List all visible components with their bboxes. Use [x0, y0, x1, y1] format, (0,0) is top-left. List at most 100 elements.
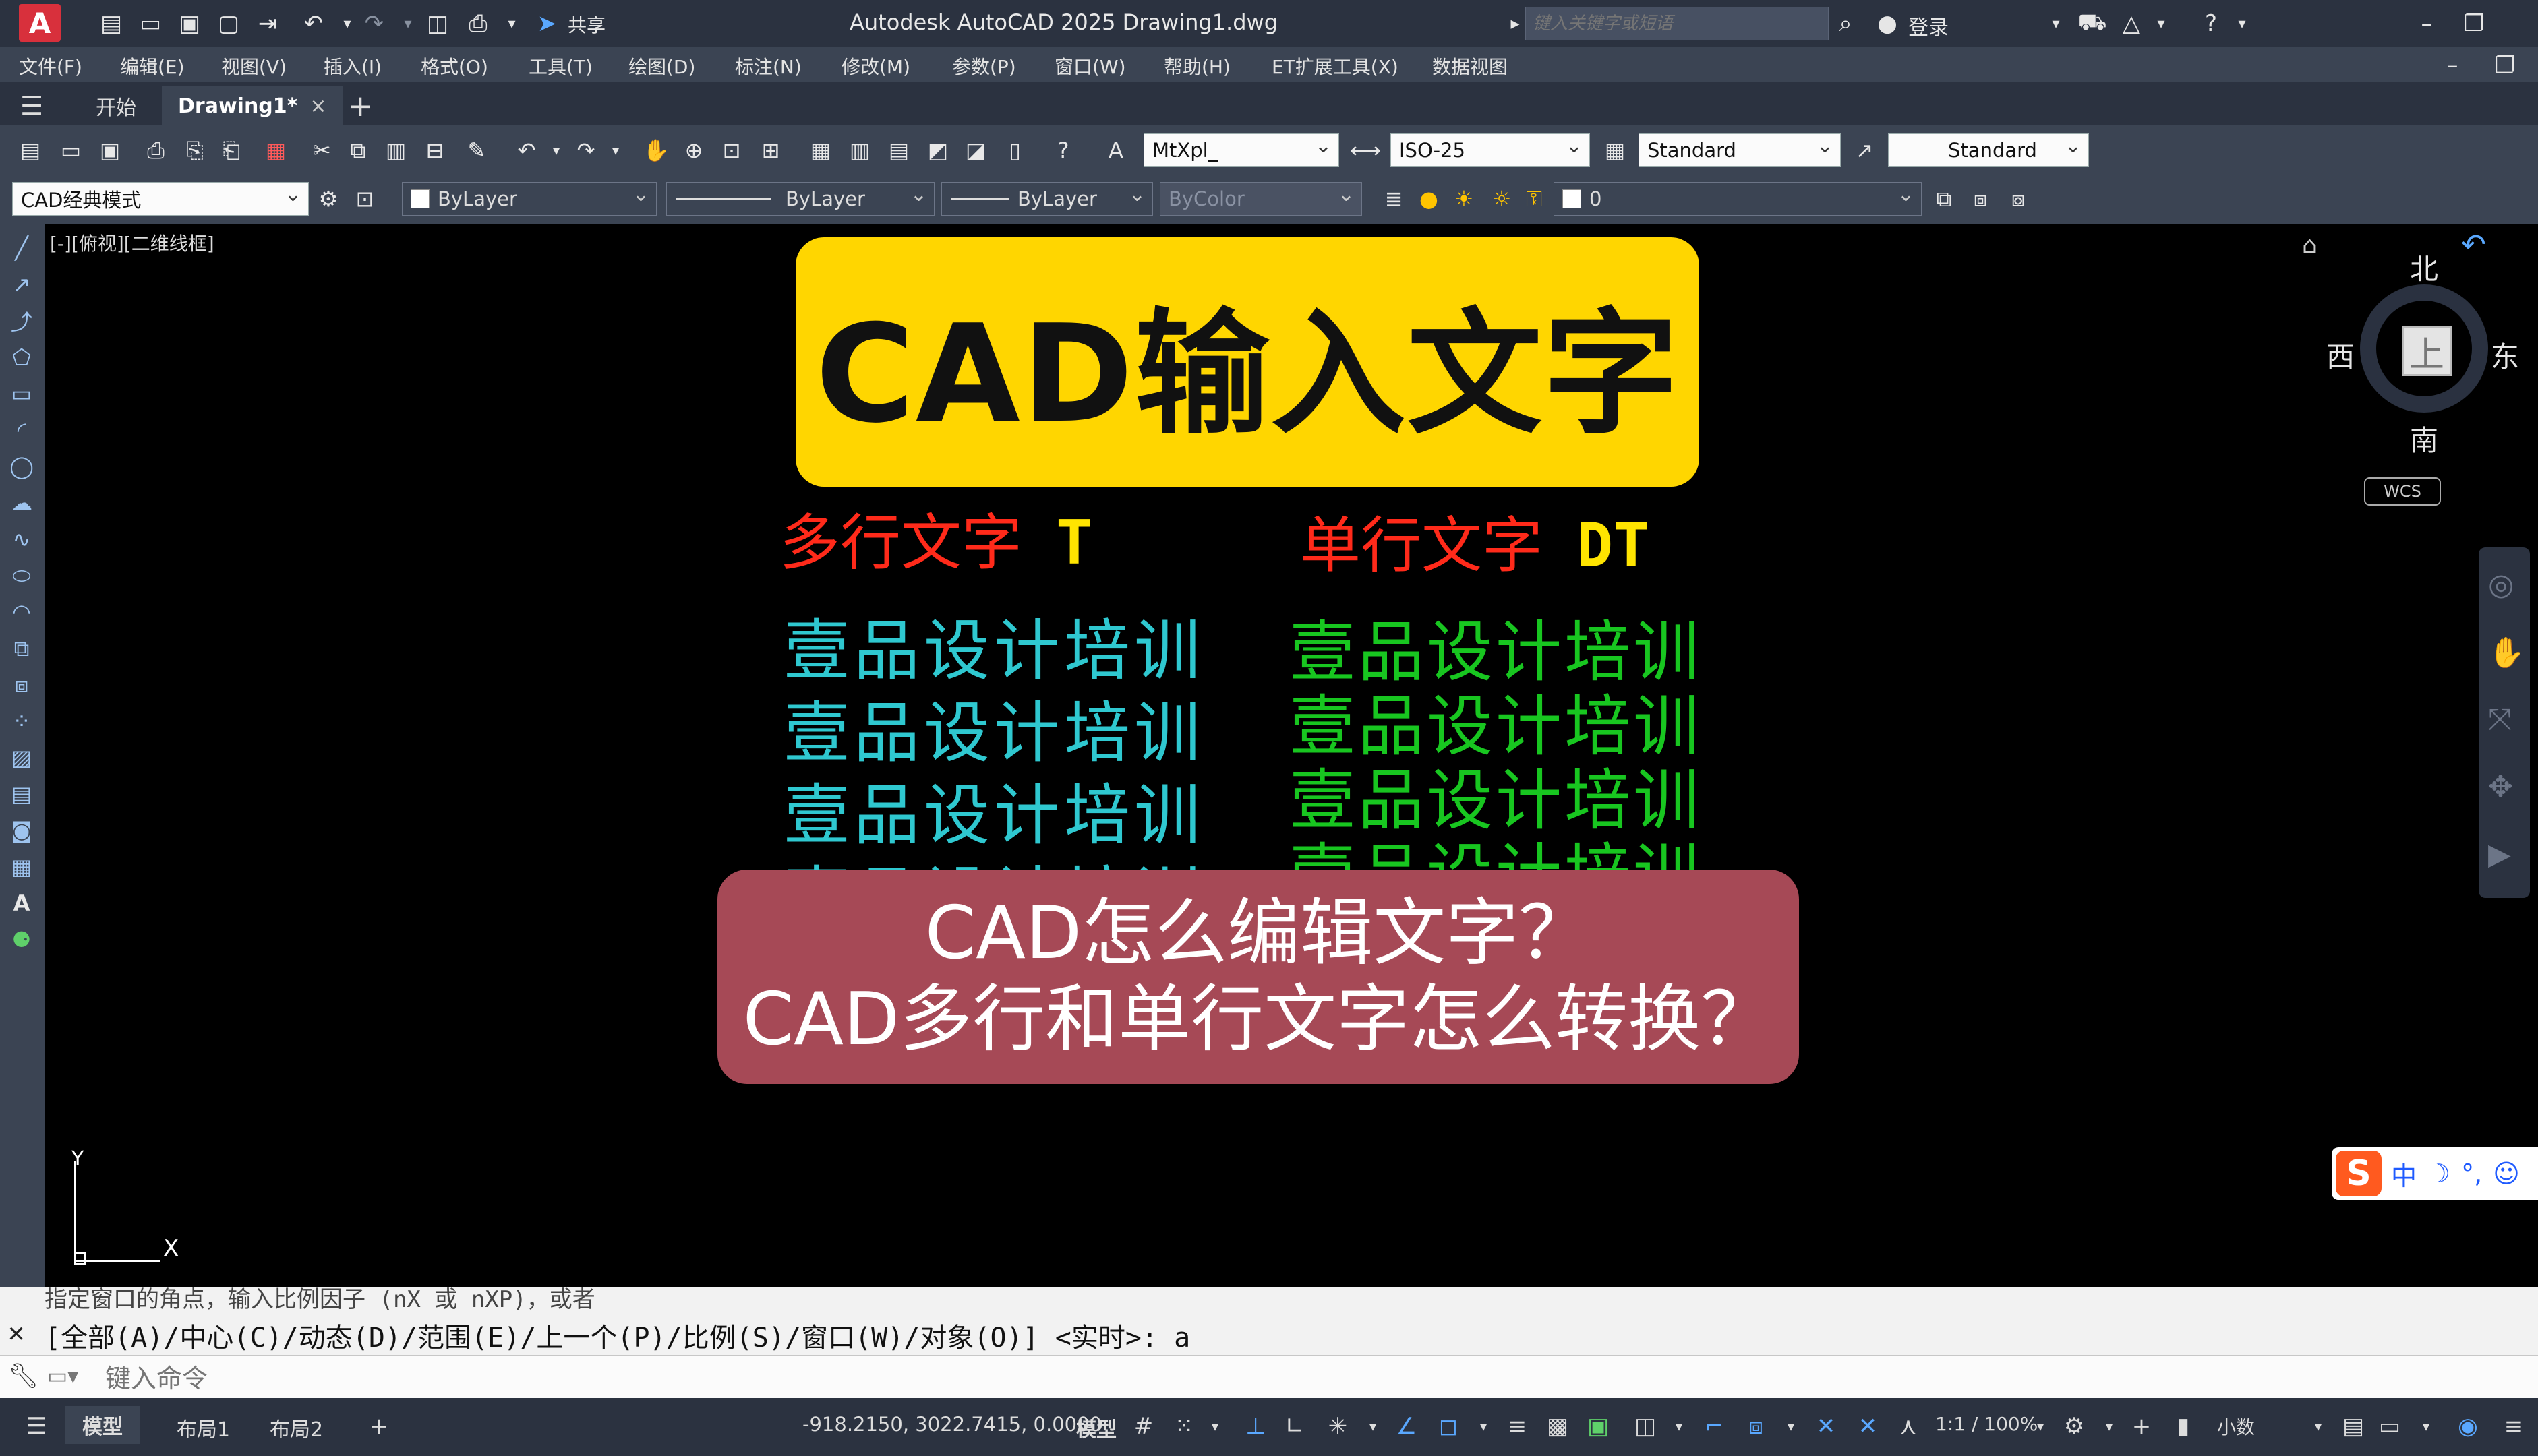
workspace-settings-icon[interactable]: ⚙ [314, 185, 343, 213]
workspace-select[interactable]: CAD经典模式 [12, 182, 309, 216]
model-space-toggle[interactable]: 模型 [1076, 1413, 1117, 1443]
object-snap-tracking-icon[interactable]: ◻ [1432, 1410, 1465, 1443]
tab-layout2[interactable]: 布局2 [270, 1413, 323, 1443]
tool-palettes-icon[interactable]: ▤ [885, 136, 913, 164]
command-input[interactable] [104, 1360, 2467, 1397]
point-icon[interactable]: ⁘ [5, 705, 38, 737]
search-box[interactable] [1525, 7, 1829, 40]
view-cube[interactable]: 上 北 南 东 西 [2326, 251, 2519, 457]
customize-status-icon[interactable]: ≡ [2498, 1410, 2530, 1443]
circle-icon[interactable]: ◯ [5, 450, 38, 483]
share-label[interactable]: 共享 [568, 11, 606, 38]
layer-freeze-vp-icon[interactable]: ☼ [1487, 185, 1516, 213]
rectangle-icon[interactable]: ▭ [5, 377, 38, 410]
gizmo-icon[interactable]: ✕ [1810, 1410, 1842, 1443]
restore-icon[interactable]: ❐ [2457, 7, 2491, 40]
workspace-dropdown-icon[interactable]: ▾ [2093, 1410, 2125, 1443]
menu-tools[interactable]: 工具(T) [529, 53, 593, 80]
layer-lock-icon[interactable]: ⚿ [1520, 185, 1548, 213]
undo-icon[interactable]: ↶ [297, 7, 330, 40]
mtext-icon[interactable]: A [5, 887, 38, 919]
multileader-style-select[interactable]: Standard [1888, 133, 2089, 167]
scale-dropdown-icon[interactable]: ▾ [2024, 1410, 2057, 1443]
dim-style-select[interactable]: ISO-25 [1390, 133, 1590, 167]
compass-east[interactable]: 东 [2491, 334, 2519, 375]
polar-dropdown-icon[interactable]: ▾ [1357, 1410, 1389, 1443]
tab-start[interactable]: 开始 [96, 86, 136, 125]
cut-icon[interactable]: ✂ [307, 136, 336, 164]
units-dropdown-icon[interactable]: ▾ [2302, 1410, 2334, 1443]
pan-nav-icon[interactable]: ✋ [2488, 635, 2525, 670]
publish-icon[interactable]: ⎗ [217, 136, 245, 164]
punctuation-icon[interactable]: °, [2461, 1159, 2482, 1188]
infer-constraints-icon[interactable]: ⊥ [1239, 1410, 1272, 1443]
revcloud-icon[interactable]: ☁ [5, 487, 38, 519]
transparency-icon[interactable]: ▩ [1541, 1410, 1574, 1443]
ortho-icon[interactable]: ∟ [1278, 1410, 1311, 1443]
selection-filter-dropdown-icon[interactable]: ▾ [1775, 1410, 1807, 1443]
properties-icon[interactable]: ▦ [806, 136, 835, 164]
autocad-logo-icon[interactable]: A [19, 4, 61, 42]
coordinates-readout[interactable]: -918.2150, 3022.7415, 0.0000 [802, 1413, 1102, 1436]
menu-et-tools[interactable]: ET扩展工具(X) [1272, 53, 1398, 80]
snap-dropdown-icon[interactable]: ▾ [1199, 1410, 1231, 1443]
layer-state-icon[interactable]: ⧇ [2004, 185, 2032, 213]
undo-tb-icon[interactable]: ↶ [512, 136, 541, 164]
customize-icon[interactable]: 🔧︎ [8, 1362, 39, 1390]
zoom-window-icon[interactable]: ⊡ [717, 136, 746, 164]
design-center-icon[interactable]: ▥ [846, 136, 874, 164]
cart-icon[interactable]: ⛟ [2075, 7, 2109, 40]
preview-icon[interactable]: ⎘ [181, 136, 209, 164]
mtext-line[interactable]: 壹品设计培训 [784, 679, 1204, 775]
redo-tb-dropdown-icon[interactable]: ▾ [601, 136, 630, 164]
spline-icon[interactable]: ∿ [5, 523, 38, 555]
mtext-line[interactable]: 壹品设计培训 [784, 762, 1204, 857]
ellipse-arc-icon[interactable]: ◠ [5, 596, 38, 628]
isodraft-icon[interactable]: ∠ [1390, 1410, 1423, 1443]
pan-icon[interactable]: ✋ [642, 136, 670, 164]
orbit-icon[interactable]: ✥ [2488, 770, 2513, 804]
menu-parametric[interactable]: 参数(P) [952, 53, 1016, 80]
close-command-icon[interactable]: ✕ [8, 1317, 24, 1348]
lineweight-icon[interactable]: ≡ [1501, 1410, 1533, 1443]
graphics-dropdown-icon[interactable]: ▾ [2410, 1410, 2442, 1443]
dwf-icon[interactable]: ▦ [262, 136, 290, 164]
compass-south[interactable]: 南 [2410, 418, 2438, 459]
units-icon[interactable]: ▮ [2167, 1410, 2200, 1443]
graphics-performance-icon[interactable]: ▭ [2373, 1410, 2406, 1443]
tab-drawing1[interactable]: Drawing1* × [162, 86, 343, 125]
menu-help[interactable]: 帮助(H) [1164, 53, 1231, 80]
drawing-canvas[interactable]: [-][俯视][二维线框] CAD输入文字 多行文字 T 单行文字 DT 壹品设计培… [45, 224, 2538, 1287]
text-style-select[interactable]: MtXpl_ [1144, 133, 1339, 167]
layer-select[interactable]: 0 [1554, 182, 1922, 216]
menu-modify[interactable]: 修改(M) [842, 53, 910, 80]
recent-commands-icon[interactable]: ▭▾ [47, 1363, 78, 1389]
units-label[interactable]: 小数 [2217, 1413, 2255, 1440]
search-icon[interactable]: ⌕ [1829, 7, 1862, 40]
menu-draw[interactable]: 绘图(D) [628, 53, 695, 80]
text-style-icon[interactable]: A [1102, 136, 1130, 164]
annotation-scale-icon[interactable]: ⋏ [1892, 1410, 1924, 1443]
ellipse-icon[interactable]: ⬭ [5, 559, 38, 592]
cube-top-face[interactable]: 上 [2402, 326, 2452, 376]
construction-line-icon[interactable]: ↗ [5, 268, 38, 301]
polar-icon[interactable]: ✳ [1322, 1410, 1354, 1443]
home-icon[interactable]: ⌂ [2302, 232, 2318, 260]
ime-toolbar[interactable]: S 中 ☽ °, ☺ [2332, 1147, 2538, 1200]
save-icon[interactable]: ▣ [96, 136, 124, 164]
gradient-icon[interactable]: ▤ [5, 778, 38, 810]
zoom-previous-icon[interactable]: ⊞ [757, 136, 785, 164]
add-selected-icon[interactable]: ⚈ [5, 923, 38, 956]
zoom-extents-icon[interactable]: ⤧ [2488, 702, 2512, 737]
markup-icon[interactable]: ◪ [962, 136, 990, 164]
mtext-line[interactable]: 壹品设计培训 [784, 597, 1204, 693]
autodesk-dropdown-icon[interactable]: ▾ [2144, 7, 2178, 40]
user-icon[interactable]: ● [1870, 7, 1904, 40]
polygon-icon[interactable]: ⬠ [5, 341, 38, 373]
autodesk-icon[interactable]: △ [2115, 7, 2148, 40]
region-icon[interactable]: ◙ [5, 814, 38, 847]
export-icon[interactable]: ⇥ [251, 7, 285, 40]
undo-tb-dropdown-icon[interactable]: ▾ [542, 136, 570, 164]
qa-customize-icon[interactable]: ▾ [495, 7, 529, 40]
plot-icon[interactable]: ⎙ [142, 136, 170, 164]
